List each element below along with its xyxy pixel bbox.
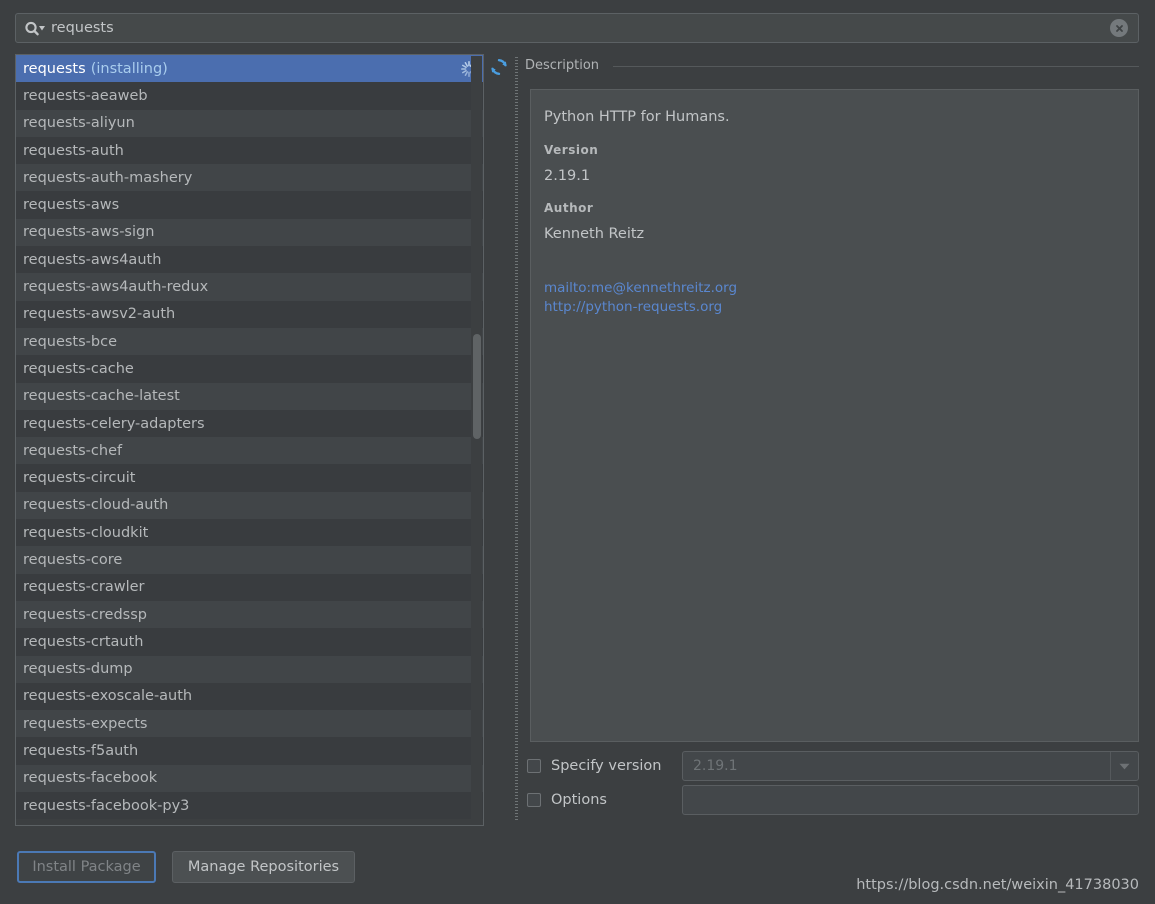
package-name: requests-aliyun xyxy=(23,115,135,132)
package-name: requests-aws-sign xyxy=(23,224,155,241)
package-name: requests-chef xyxy=(23,442,123,459)
options-row: Options xyxy=(527,785,1139,815)
package-list-item[interactable]: requests-aws4auth xyxy=(16,246,483,274)
package-list-item[interactable]: requests-aws4auth-redux xyxy=(16,273,483,301)
package-list-item[interactable]: requests-f5auth xyxy=(16,737,483,765)
package-list-item[interactable]: requests-expects xyxy=(16,710,483,738)
package-list-item[interactable]: requests-facebook xyxy=(16,764,483,793)
splitter-grip-icon xyxy=(515,57,518,822)
refresh-icon[interactable] xyxy=(488,56,510,78)
package-list-item[interactable]: requests-auth-mashery xyxy=(16,164,483,192)
package-list-item[interactable]: requests-core xyxy=(16,546,483,574)
package-name: requests-cloud-auth xyxy=(23,497,169,514)
package-name: requests-crawler xyxy=(23,579,145,596)
package-name: requests-auth-mashery xyxy=(23,169,193,186)
package-list-item[interactable]: requests-aws xyxy=(16,191,483,219)
package-name: requests-circuit xyxy=(23,470,136,487)
package-name: requests-awsv2-auth xyxy=(23,306,176,323)
package-name: requests-f5auth xyxy=(23,743,139,760)
package-list-item[interactable]: requests (installing) xyxy=(16,55,483,83)
package-name: requests-cache-latest xyxy=(23,388,180,405)
specify-version-label: Specify version xyxy=(551,758,662,774)
install-package-button[interactable]: Install Package xyxy=(17,851,156,883)
manage-repositories-button[interactable]: Manage Repositories xyxy=(172,851,355,883)
package-name: requests-core xyxy=(23,551,123,568)
clear-icon[interactable] xyxy=(1110,19,1128,37)
package-list-item[interactable]: requests-dump xyxy=(16,655,483,683)
package-name: requests-dump xyxy=(23,661,133,678)
package-name: requests-credssp xyxy=(23,606,147,623)
package-list-item[interactable]: requests-aliyun xyxy=(16,109,483,137)
package-name: requests-aws4auth xyxy=(23,251,162,268)
author-label: Author xyxy=(544,201,594,215)
author-value: Kenneth Reitz xyxy=(544,226,645,242)
package-name: requests xyxy=(23,60,86,77)
package-name: requests-exoscale-auth xyxy=(23,688,193,705)
package-name: requests-crtauth xyxy=(23,633,144,650)
package-list[interactable]: requests (installing) requests-aeaweb reque… xyxy=(15,54,484,826)
version-label: Version xyxy=(544,143,599,157)
options-input[interactable] xyxy=(682,785,1139,815)
package-name: requests-auth xyxy=(23,142,124,159)
search-input[interactable]: requests xyxy=(51,19,1110,37)
specify-version-row: Specify version 2.19.1 xyxy=(527,751,1139,781)
project-homepage-link[interactable]: http://python-requests.org xyxy=(544,298,1122,317)
search-icon[interactable] xyxy=(24,21,46,36)
search-bar[interactable]: requests xyxy=(15,13,1139,43)
package-list-item[interactable]: requests-crawler xyxy=(16,573,483,601)
package-name: requests-expects xyxy=(23,715,148,732)
version-combobox-value: 2.19.1 xyxy=(693,758,738,774)
package-install-dialog: requests requests (installing) requests-ae… xyxy=(0,0,1155,904)
package-list-item[interactable]: requests-credssp xyxy=(16,600,483,629)
version-value: 2.19.1 xyxy=(544,168,591,184)
package-name: requests-celery-adapters xyxy=(23,415,205,432)
description-content: Python HTTP for Humans. Version 2.19.1 A… xyxy=(530,89,1139,742)
package-status-suffix: (installing) xyxy=(90,60,168,77)
dropdown-arrow-icon[interactable] xyxy=(1110,752,1138,780)
package-list-item[interactable]: requests-crtauth xyxy=(16,628,483,656)
package-list-item[interactable]: requests-circuit xyxy=(16,464,483,492)
package-name: requests-aeaweb xyxy=(23,87,148,104)
options-checkbox[interactable] xyxy=(527,793,541,807)
package-list-item[interactable]: requests-cache xyxy=(16,355,483,383)
package-list-item[interactable]: requests-aws-sign xyxy=(16,218,483,247)
description-links: mailto:me@kennethreitz.org http://python… xyxy=(544,279,1122,317)
list-scrollbar[interactable] xyxy=(471,56,482,824)
panel-splitter[interactable] xyxy=(513,57,521,822)
package-name: requests-facebook-py3 xyxy=(23,797,190,814)
package-list-item[interactable]: requests-bce xyxy=(16,327,483,356)
package-name: requests-bce xyxy=(23,333,118,350)
list-scrollbar-thumb[interactable] xyxy=(473,334,481,439)
package-list-item[interactable]: requests-awsv2-auth xyxy=(16,300,483,328)
package-list-rows[interactable]: requests (installing) requests-aeaweb reque… xyxy=(16,55,483,825)
description-panel: Description Python HTTP for Humans. Vers… xyxy=(525,58,1139,742)
package-name: requests-facebook xyxy=(23,770,158,787)
package-name: requests-cloudkit xyxy=(23,524,149,541)
package-list-item[interactable]: requests-chef xyxy=(16,437,483,465)
watermark: https://blog.csdn.net/weixin_41738030 xyxy=(856,877,1139,893)
description-title: Description xyxy=(525,58,608,74)
options-label: Options xyxy=(551,792,607,808)
author-email-link[interactable]: mailto:me@kennethreitz.org xyxy=(544,279,1122,298)
package-list-item[interactable]: requests-celery-adapters xyxy=(16,409,483,438)
package-list-item[interactable]: requests-aeaweb xyxy=(16,82,483,110)
version-combobox[interactable]: 2.19.1 xyxy=(682,751,1139,781)
package-list-item[interactable]: requests-cache-latest xyxy=(16,382,483,410)
package-list-item[interactable]: requests-auth xyxy=(16,136,483,165)
package-list-item[interactable]: requests-facebook-py3 xyxy=(16,792,483,820)
package-name: requests-aws xyxy=(23,197,120,214)
specify-version-checkbox[interactable] xyxy=(527,759,541,773)
package-name: requests-cache xyxy=(23,360,134,377)
package-list-item[interactable]: requests-cloudkit xyxy=(16,519,483,547)
description-summary: Python HTTP for Humans. xyxy=(544,109,730,125)
package-name: requests-aws4auth-redux xyxy=(23,279,209,296)
package-list-item[interactable]: requests-exoscale-auth xyxy=(16,682,483,711)
package-list-item[interactable]: requests-cloud-auth xyxy=(16,491,483,520)
description-title-rule xyxy=(613,66,1139,67)
